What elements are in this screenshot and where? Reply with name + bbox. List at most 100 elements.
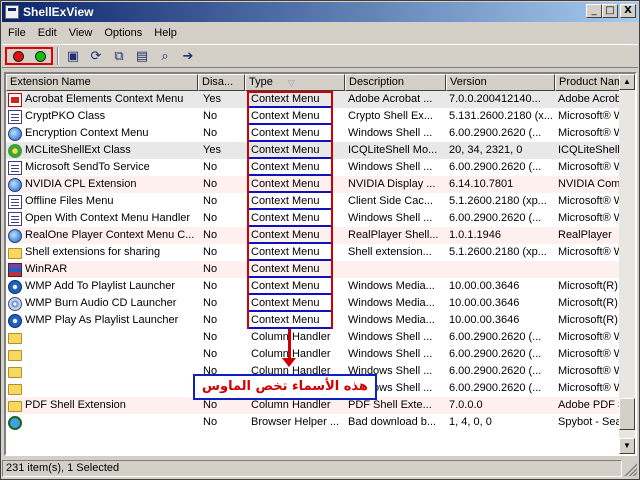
table-row[interactable]: WinRAR No Context Menu [6,261,623,278]
cell-extension-name [6,346,198,363]
cell-disabled: No [203,416,218,428]
cell-description: Shell extension... [348,246,432,258]
cell-version: 20, 34, 2321, 0 [449,144,523,156]
cell-extension-name: Offline Files Menu [6,193,198,210]
cell-product-name: Microsoft® W [558,382,623,394]
cell-description: Windows Shell ... [348,348,433,360]
cell-disabled: No [203,212,218,224]
close-button[interactable]: X [620,4,636,18]
cell-product-name: Microsoft® W [558,161,623,173]
extension-name-text: RealOne Player Context Menu C... [25,229,195,241]
cell-product-name: Microsoft® W [558,348,623,360]
menu-help[interactable]: Help [148,27,183,39]
cell-version: 6.00.2900.2620 (... [449,382,542,394]
table-row[interactable]: Encryption Context Menu No Context Menu Win… [6,125,623,142]
annotation-callout: هذه الأسماء تخص الماوس [193,374,377,400]
cell-product-name: Microsoft® W [558,212,623,224]
table-row[interactable]: WMP Add To Playlist Launcher No Context Me… [6,278,623,295]
table-row[interactable]: CryptPKO Class No Context Menu Crypto Shell… [6,108,623,125]
column-description[interactable]: Description [345,74,446,91]
table-row[interactable]: WMP Play As Playlist Launcher No Context M… [6,312,623,329]
column-product-name[interactable]: Product Nam [555,74,623,91]
exit-button[interactable]: ➔ [178,46,198,66]
scroll-thumb[interactable] [619,398,635,430]
maximize-button[interactable]: □ [602,4,618,18]
menu-file[interactable]: File [2,27,32,39]
extension-name-text: WMP Play As Playlist Launcher [25,314,179,326]
vertical-scrollbar[interactable]: ▲ ▼ [619,74,635,454]
scroll-down-button[interactable]: ▼ [619,438,635,454]
cell-product-name: Adobe PDF S [558,399,623,411]
column-extension-name[interactable]: Extension Name [6,74,198,91]
table-row[interactable]: Shell extensions for sharing No Context Me… [6,244,623,261]
cell-version: 6.00.2900.2620 (... [449,331,542,343]
column-type[interactable]: Type ▽ [245,74,345,91]
title-bar[interactable]: ShellExView _ □ X [2,2,638,22]
extension-list[interactable]: Extension Name Disa... Type ▽ Description… [4,72,637,456]
table-row[interactable]: Open With Context Menu Handler No Context … [6,210,623,227]
refresh-button[interactable]: ⟳ [86,46,106,66]
cell-disabled: No [203,246,218,258]
cell-version: 10.00.00.3646 [449,314,520,326]
extension-name-text: Acrobat Elements Context Menu [25,93,184,105]
cell-product-name: Microsoft® W [558,365,623,377]
menu-edit[interactable]: Edit [32,27,63,39]
minimize-button[interactable]: _ [586,4,602,18]
list-header: Extension Name Disa... Type ▽ Description… [6,74,635,91]
copy-button[interactable]: ⧉ [109,46,129,66]
table-row[interactable]: Offline Files Menu No Context Menu Client S… [6,193,623,210]
save-button[interactable]: ▣ [63,46,83,66]
folder-icon [8,248,22,259]
menu-view[interactable]: View [63,27,99,39]
cell-disabled: No [203,178,218,190]
cell-type: Context Menu [251,161,320,173]
cell-product-name: Spybot - Sea [558,416,622,428]
cell-disabled: No [203,314,218,326]
enable-disable-group [5,47,53,65]
globe-icon [8,228,22,243]
scroll-up-button[interactable]: ▲ [619,74,635,90]
enable-items-button[interactable] [34,50,46,62]
cell-extension-name: RealOne Player Context Menu C... [6,227,198,244]
cell-extension-name: WMP Add To Playlist Launcher [6,278,198,295]
cell-description [345,261,446,278]
cell-version: 6.14.10.7801 [449,178,514,190]
cell-extension-name [6,414,198,431]
column-version[interactable]: Version [446,74,555,91]
column-type-label: Type [249,76,273,88]
table-row[interactable]: Microsoft SendTo Service No Context Menu Wi… [6,159,623,176]
cell-disabled: No [203,161,218,173]
column-disabled[interactable]: Disa... [198,74,245,91]
resize-grip[interactable] [623,461,637,476]
table-row[interactable]: WMP Burn Audio CD Launcher No Context Menu… [6,295,623,312]
properties-button[interactable]: ▤ [132,46,152,66]
cell-disabled: No [203,229,218,241]
cell-disabled: No [203,348,218,360]
cell-product-name: Microsoft(R) [558,297,618,309]
table-row[interactable]: NoColumn HandlerWindows Shell ...6.00.29… [6,329,623,346]
menu-options[interactable]: Options [98,27,148,39]
cell-extension-name: Shell extensions for sharing [6,244,198,261]
folder-icon [8,367,22,378]
cell-version: 6.00.2900.2620 (... [449,212,542,224]
table-row[interactable]: RealOne Player Context Menu C... No Contex… [6,227,623,244]
window-controls: _ □ X [586,4,636,18]
table-row[interactable]: No Browser Helper ... Bad download b... 1, … [6,414,623,431]
extension-name-text: Offline Files Menu [25,195,114,207]
cell-description: Windows Media... [348,314,435,326]
cell-description: Adobe Acrobat ... [348,93,433,105]
folder-icon [8,401,22,412]
table-row[interactable]: NoColumn HandlerWindows Shell ...6.00.29… [6,346,623,363]
toolbar: ▣ ⟳ ⧉ ▤ ⌕ ➔ [2,44,638,68]
cell-disabled: Yes [203,93,221,105]
table-row[interactable]: MCLiteShellExt Class Yes Context Menu ICQLi… [6,142,623,159]
table-row[interactable]: NVIDIA CPL Extension No Context Menu NVIDIA… [6,176,623,193]
properties-icon: ▤ [135,48,149,64]
table-row[interactable]: Acrobat Elements Context Menu Yes Context … [6,91,623,108]
find-button[interactable]: ⌕ [155,46,175,66]
cell-version: 6.00.2900.2620 (... [449,348,542,360]
cell-extension-name: PDF Shell Extension [6,397,198,414]
cell-disabled: No [203,195,218,207]
cell-type: Context Menu [251,93,320,105]
disable-items-button[interactable] [12,50,24,62]
